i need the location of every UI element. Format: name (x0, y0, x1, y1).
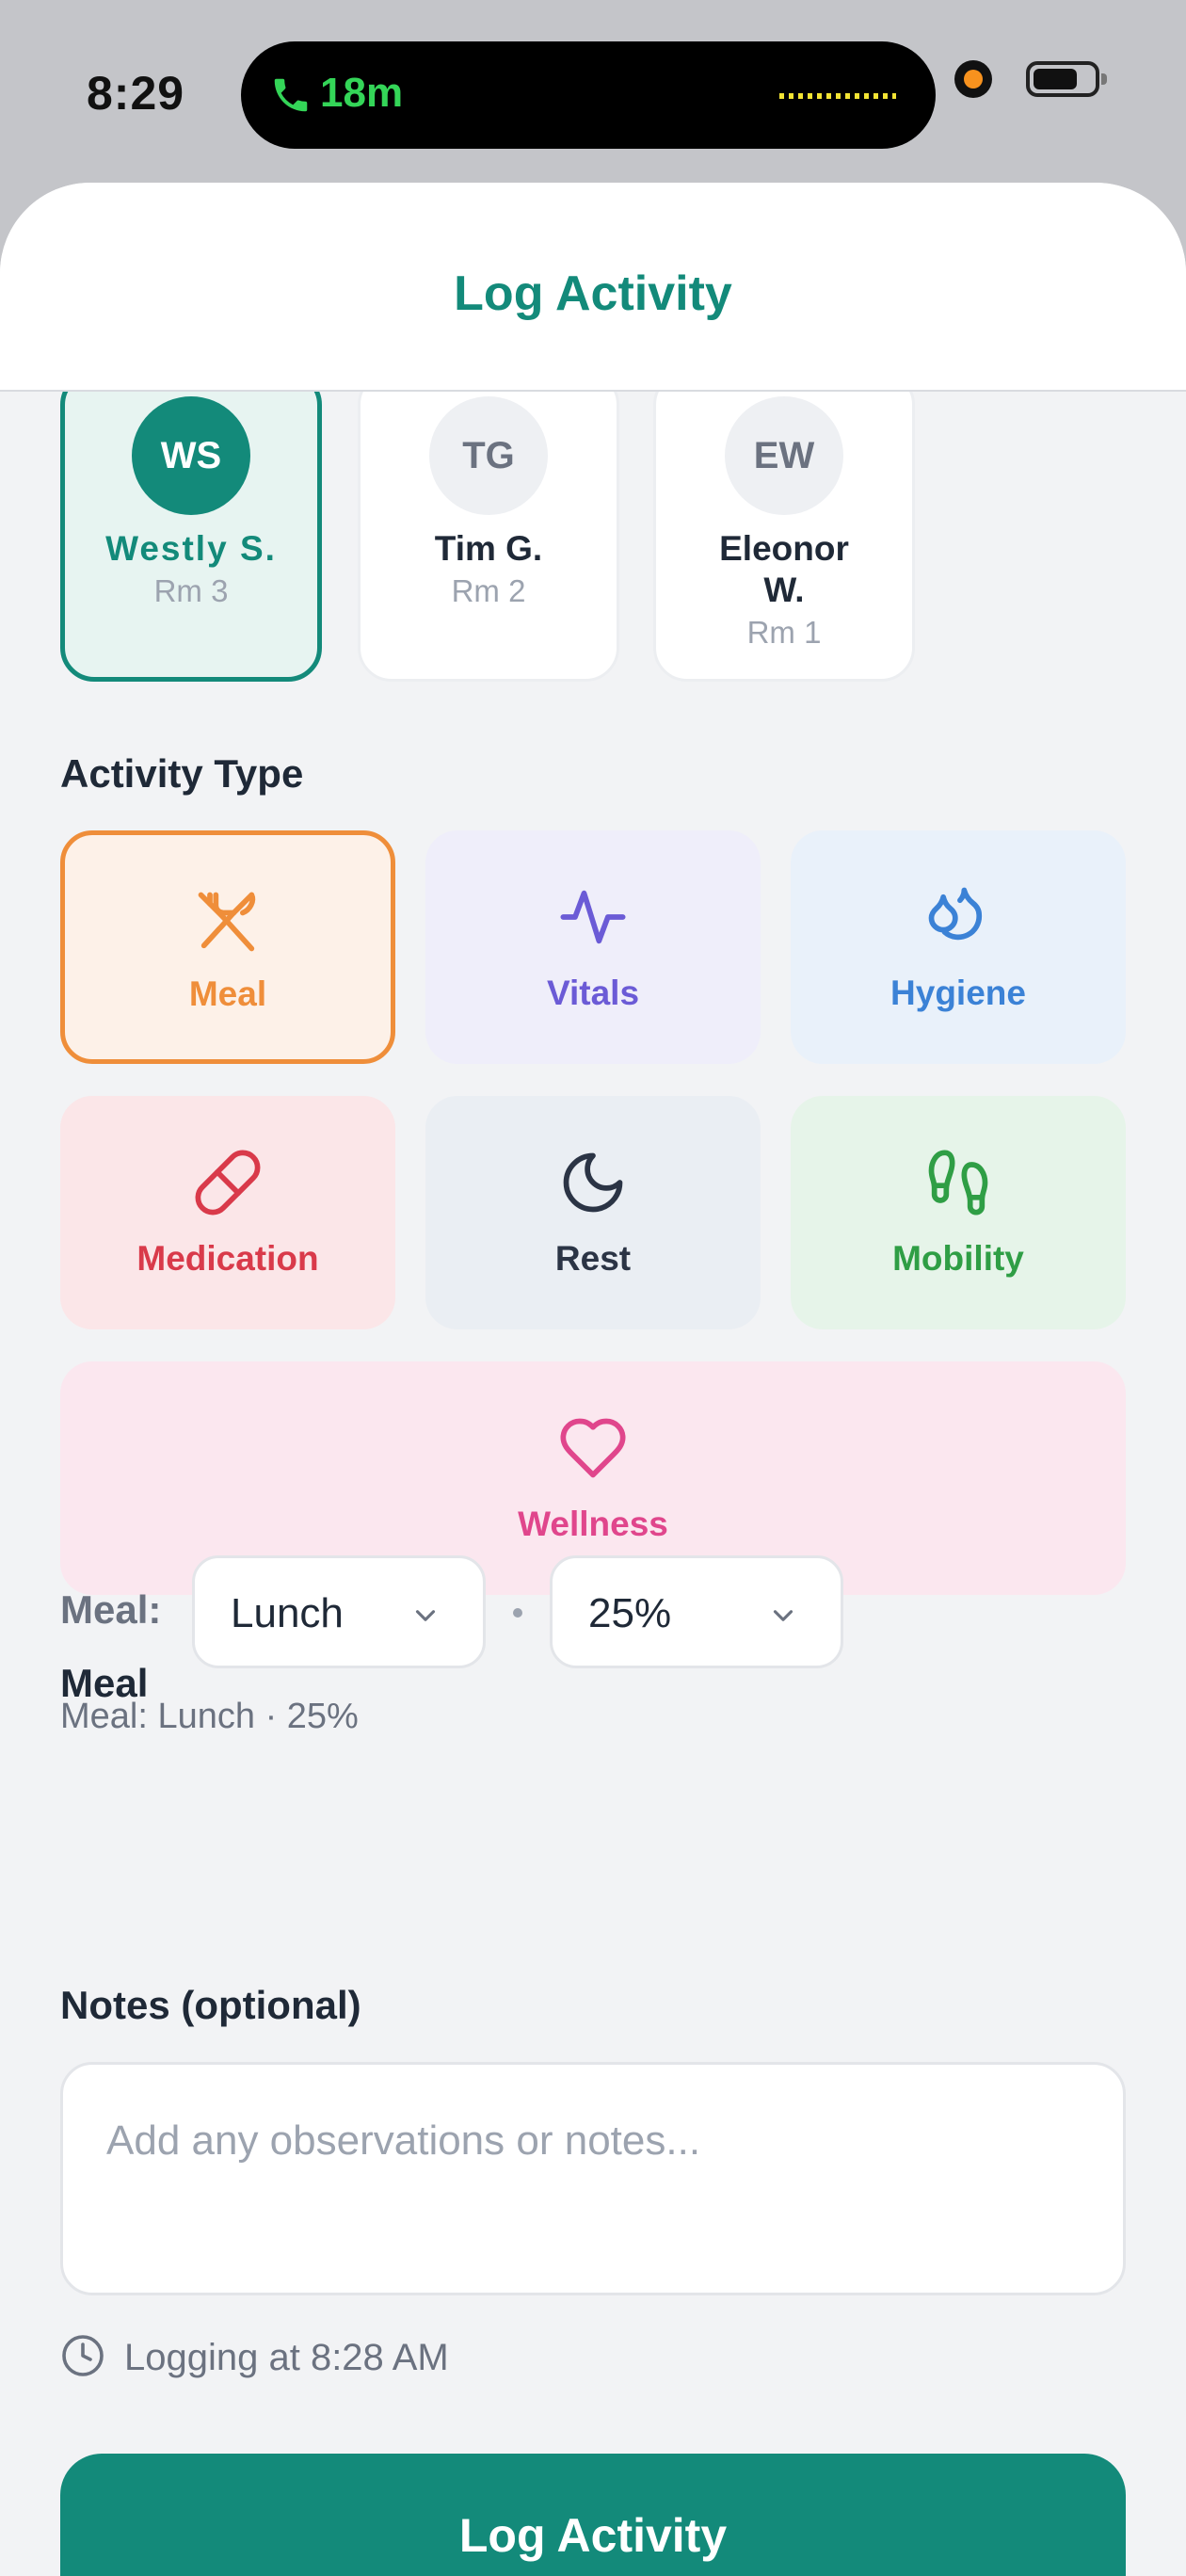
audio-waveform (779, 93, 896, 99)
resident-room: Rm 2 (451, 573, 526, 608)
droplets-icon (928, 887, 983, 941)
dynamic-island[interactable]: 18m (241, 41, 936, 149)
meal-select[interactable]: Lunch (192, 1555, 486, 1668)
activity-label: Rest (554, 1239, 632, 1278)
activity-label: Mobility (892, 1239, 1024, 1278)
separator-dot (513, 1608, 522, 1618)
status-bar: 8:29 18m (0, 0, 1186, 188)
resident-name: Westly S. (105, 529, 277, 568)
pill-icon (195, 1150, 261, 1216)
chevron-down-icon (415, 1610, 436, 1621)
notes-label: Notes (optional) (60, 1983, 361, 2027)
status-time: 8:29 (87, 67, 185, 120)
activity-tile-mobility[interactable]: Mobility (791, 1096, 1126, 1329)
activity-label: Medication (136, 1239, 319, 1278)
phone-icon (274, 78, 308, 112)
notes-textarea[interactable]: Add any observations or notes... (60, 2062, 1126, 2295)
resident-card-tim[interactable]: TG Tim G. Rm 2 (358, 371, 619, 682)
chevron-down-icon (773, 1610, 793, 1621)
resident-room: Rm 3 (153, 573, 229, 608)
fork-knife-icon (198, 892, 256, 952)
meal-summary: Meal: Lunch · 25% (60, 1697, 359, 1736)
resident-card-eleonor[interactable]: EW Eleonor W. Rm 1 (653, 371, 915, 682)
moon-icon (563, 1152, 623, 1213)
activity-tile-rest[interactable]: Rest (425, 1096, 761, 1329)
clock-icon (62, 2335, 104, 2376)
portion-select[interactable]: 25% (550, 1555, 843, 1668)
log-activity-button-label: Log Activity (458, 2509, 728, 2562)
activity-label: Meal (188, 974, 267, 1013)
activity-tile-medication[interactable]: Medication (60, 1096, 395, 1329)
activity-label: Wellness (518, 1505, 668, 1543)
log-activity-sheet: Log Activity WS Westly S. Rm 3 TG Tim G.… (0, 183, 1186, 2576)
avatar: WS (132, 396, 250, 515)
avatar: EW (725, 396, 843, 515)
activity-label: Hygiene (890, 974, 1026, 1012)
meal-select-value: Lunch (231, 1590, 344, 1636)
activity-type-label: Activity Type (60, 751, 304, 796)
avatar: TG (429, 396, 548, 515)
activity-tile-hygiene[interactable]: Hygiene (791, 830, 1126, 1064)
page-title: Log Activity (454, 266, 732, 321)
footprints-icon (928, 1150, 988, 1216)
pulse-icon (560, 890, 626, 944)
resident-card-westly[interactable]: WS Westly S. Rm 3 (60, 371, 322, 682)
mic-indicator-icon (954, 60, 992, 98)
call-duration: 18m (320, 70, 404, 116)
battery-icon (1026, 61, 1107, 97)
log-activity-button[interactable]: Log Activity (60, 2454, 1126, 2576)
resident-room: Rm 1 (746, 615, 822, 650)
activity-tile-vitals[interactable]: Vitals (425, 830, 761, 1064)
resident-name: Eleonor W. (719, 529, 849, 609)
resident-name: Tim G. (434, 529, 543, 568)
activity-tile-meal[interactable]: Meal (60, 830, 395, 1064)
activity-label: Vitals (546, 974, 640, 1012)
sheet-header: Log Activity (0, 183, 1186, 392)
portion-select-value: 25% (588, 1590, 672, 1636)
meal-prefix-label: Meal: (60, 1587, 162, 1632)
notes-placeholder: Add any observations or notes... (106, 2117, 701, 2164)
heart-icon (560, 1418, 626, 1478)
logging-timestamp: Logging at 8:28 AM (124, 2337, 449, 2378)
